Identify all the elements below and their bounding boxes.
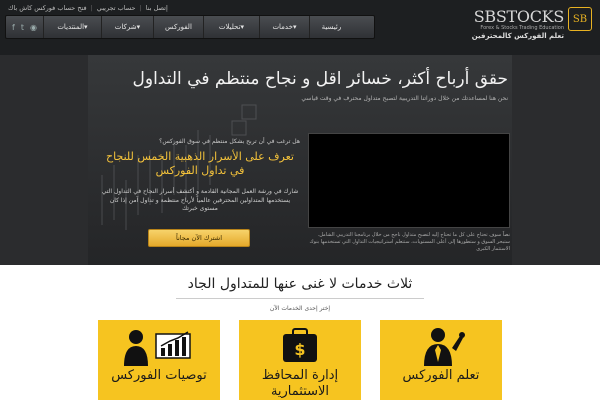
nav-item-forums[interactable]: المنتديات▾ (42, 16, 101, 38)
nav-item-home[interactable]: رئيسية (308, 16, 353, 38)
service-card-signals[interactable]: توصيات الفوركس (98, 320, 220, 400)
money-bag-icon: $ (283, 328, 317, 362)
hero-subtitle: نحن هنا لمساعدتك من خلال دوراتنا التدريب… (301, 95, 508, 102)
top-bar: إتصل بنا | حساب تجريبي | فتح حساب فوركس … (0, 0, 600, 55)
separator: | (90, 4, 93, 12)
facebook-icon[interactable]: f (12, 23, 15, 32)
service-card-learn[interactable]: تعلم الفوركس (380, 320, 502, 400)
video-player[interactable] (308, 133, 510, 228)
logo-arabic-tagline: تعلم الفوركس كالمحترفين (471, 32, 564, 40)
twitter-icon[interactable]: t (21, 23, 24, 32)
service-card-label: تعلم الفوركس (402, 368, 480, 383)
nav-item-analysis[interactable]: تحليلات▾ (202, 16, 259, 38)
hero-title: حقق أرباح أكثر، خسائر اقل و نجاح منتظم ف… (132, 69, 508, 89)
hero-section: حقق أرباح أكثر، خسائر اقل و نجاح منتظم ف… (0, 55, 600, 265)
rss-icon[interactable]: ◉ (30, 23, 37, 32)
businessman-icon (424, 328, 465, 366)
service-card-label: توصيات الفوركس (111, 368, 207, 383)
logo-wordmark: SBSTOCKS (473, 7, 565, 26)
logo-badge: SB (568, 7, 592, 31)
hero-description: شارك في ورشة العمل المجانية القادمة و أك… (101, 188, 299, 212)
open-account-link[interactable]: فتح حساب فوركس كاش باك (8, 4, 87, 12)
services-title: ثلاث خدمات لا غنى عنها للمتداول الجاد (187, 276, 413, 292)
contact-link[interactable]: إتصل بنا (146, 4, 168, 12)
top-links: إتصل بنا | حساب تجريبي | فتح حساب فوركس … (8, 4, 168, 12)
separator: | (139, 4, 142, 12)
logo-tagline: Forex & Stocks Trading Education (480, 25, 564, 31)
main-nav: f t ◉ المنتديات▾ شركات▾ الفوركس تحليلات▾… (5, 15, 375, 39)
subscribe-free-button[interactable]: اشترك الآن مجاناً (148, 229, 250, 247)
nav-item-companies[interactable]: شركات▾ (100, 16, 153, 38)
hero-question: هل ترغب في أن تربح بشكل منتظم في سوق الف… (159, 138, 300, 145)
services-subtitle: إختر إحدى الخدمات الآن (269, 305, 331, 312)
site-logo[interactable]: SBSTOCKS Forex & Stocks Trading Educatio… (472, 5, 592, 45)
nav-item-services[interactable]: خدمات▾ (258, 16, 309, 38)
presenter-chart-icon (124, 330, 191, 366)
services-section: ثلاث خدمات لا غنى عنها للمتداول الجاد إخ… (0, 265, 600, 400)
svg-text:$: $ (294, 340, 305, 359)
video-caption: نصاً سوف تحتاج على كل ما تحتاج إليه لتصب… (309, 232, 510, 252)
social-icons: f t ◉ (6, 23, 43, 32)
nav-item-forex[interactable]: الفوركس (152, 16, 203, 38)
demo-account-link[interactable]: حساب تجريبي (97, 4, 136, 12)
service-card-portfolio[interactable]: $ إدارة المحافظ الاستثمارية (239, 320, 361, 400)
divider (176, 298, 424, 299)
service-card-label: إدارة المحافظ الاستثمارية (261, 368, 339, 399)
hero-headline: تعرف على الأسرار الذهبية الخمس للنجاح في… (106, 150, 294, 177)
